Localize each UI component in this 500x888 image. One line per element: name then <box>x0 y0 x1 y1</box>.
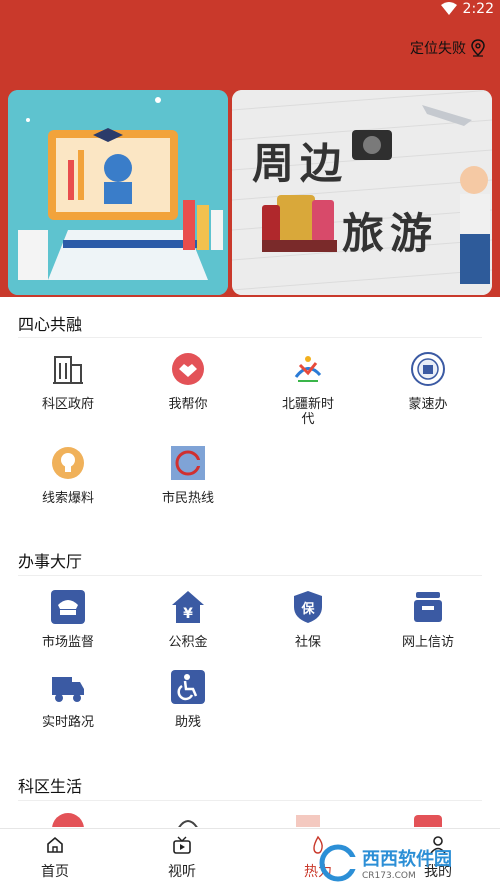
life-service-icon[interactable] <box>290 811 326 827</box>
service-label: 网上信访 <box>401 635 454 650</box>
service-clue[interactable]: 线索爆料 <box>18 445 118 506</box>
service-label: 市民热线 <box>161 491 214 506</box>
service-label: 北疆新时代 <box>281 397 334 427</box>
nav-video[interactable]: 视听 <box>152 835 212 881</box>
status-time: 2:22 <box>462 1 494 17</box>
service-help[interactable]: 我帮你 <box>138 351 238 412</box>
service-label: 助残 <box>174 715 201 730</box>
service-beijiang[interactable]: 北疆新时代 <box>258 351 358 427</box>
life-service-icon[interactable] <box>170 811 206 827</box>
emblem-icon <box>411 352 445 386</box>
service-market-supervision[interactable]: 市场监督 <box>18 589 118 650</box>
watermark-brand: 西西软件园 <box>362 849 452 870</box>
service-online-petition[interactable]: 网上信访 <box>378 589 478 650</box>
shield-bao-icon: 保 <box>294 591 322 623</box>
banner-title-line1: 周边 <box>252 139 349 188</box>
service-housing-fund[interactable]: ¥ 公积金 <box>138 589 238 650</box>
service-traffic[interactable]: 实时路况 <box>18 669 118 730</box>
watermark-sub: CR173.COM <box>362 871 416 881</box>
section-title-banshi: 办事大厅 <box>18 552 83 571</box>
life-service-icon[interactable] <box>410 811 446 827</box>
life-service-icon[interactable] <box>50 811 86 827</box>
section-title-shenghuo: 科区生活 <box>18 777 83 796</box>
service-hotline[interactable]: 市民热线 <box>138 445 238 506</box>
inbox-icon <box>414 592 442 622</box>
lightbulb-icon <box>52 447 84 479</box>
service-social-security[interactable]: 保 社保 <box>258 589 358 650</box>
service-kequ-gov[interactable]: 科区政府 <box>18 351 118 412</box>
video-icon <box>173 836 191 854</box>
service-label: 科区政府 <box>41 397 94 412</box>
banner-carousel[interactable]: 周边 旅游 <box>8 90 492 295</box>
nav-label: 视听 <box>168 864 196 880</box>
svg-text:保: 保 <box>300 601 315 617</box>
handshake-icon <box>172 353 204 385</box>
section-title-sixin: 四心共融 <box>18 315 83 334</box>
divider <box>18 800 482 801</box>
home-icon <box>47 836 63 853</box>
service-label: 我帮你 <box>168 397 208 412</box>
watermark: 西西软件园 CR173.COM <box>318 840 490 886</box>
location-pin-icon <box>471 39 485 57</box>
service-label: 线索爆料 <box>41 491 94 506</box>
watermark-logo-icon <box>319 844 358 882</box>
yuan-house-icon: ¥ <box>172 591 204 623</box>
nav-home[interactable]: 首页 <box>25 835 85 881</box>
building-icon <box>53 356 83 384</box>
service-disability-aid[interactable]: 助残 <box>138 669 238 730</box>
banner-slide-travel[interactable]: 周边 旅游 <box>232 90 492 295</box>
divider <box>18 575 482 576</box>
wheelchair-icon <box>171 670 205 704</box>
status-bar: 2:22 <box>440 0 500 18</box>
travel-illustration <box>232 90 492 295</box>
service-label: 蒙速办 <box>408 397 448 412</box>
bj-logo-icon <box>294 356 322 382</box>
service-label: 社保 <box>294 635 321 650</box>
svg-text:¥: ¥ <box>183 606 193 622</box>
banner-slide-education[interactable] <box>8 90 228 295</box>
wifi-icon <box>440 2 457 15</box>
header: 2:22 定位失败 周边 旅游 <box>0 0 500 300</box>
education-illustration <box>8 90 228 295</box>
main-content: 四心共融 科区政府 我帮你 北疆新时代 蒙速办 线索爆料 市民热线 办事大厅 市… <box>0 297 500 827</box>
banner-title-line2: 旅游 <box>342 209 439 258</box>
location-label: 定位失败 <box>410 41 466 57</box>
service-mengsuban[interactable]: 蒙速办 <box>378 351 478 412</box>
truck-icon <box>52 677 84 702</box>
service-label: 公积金 <box>168 635 208 650</box>
service-label: 市场监督 <box>41 635 94 650</box>
divider <box>18 337 482 338</box>
nav-label: 首页 <box>41 864 69 880</box>
location-indicator[interactable]: 定位失败 <box>410 38 486 58</box>
police-hat-icon <box>51 590 85 624</box>
service-label: 实时路况 <box>41 715 94 730</box>
hotline-icon <box>171 446 205 480</box>
